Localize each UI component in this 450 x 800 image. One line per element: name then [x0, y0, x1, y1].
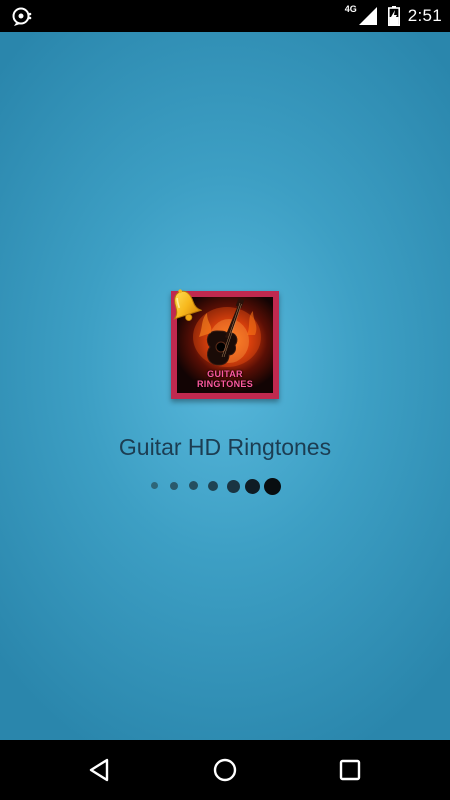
network-type-label: 4G [344, 4, 357, 14]
app-icon-text-line2: RINGTONES [196, 379, 254, 389]
battery-charging-icon [387, 6, 400, 26]
loader-dot [189, 481, 198, 490]
app-notification-icon [12, 7, 32, 26]
status-icons: 4G 2:51 [345, 0, 442, 32]
loader-dot [208, 481, 218, 491]
app-icon-text-line1: GUITAR [207, 369, 243, 379]
bell-icon [173, 289, 202, 322]
app-title: Guitar HD Ringtones [118, 434, 332, 460]
loader-dot [170, 482, 178, 490]
recents-icon[interactable] [336, 756, 364, 784]
loading-indicator [0, 477, 450, 497]
loader-dot [227, 480, 240, 493]
status-clock: 2:51 [407, 6, 442, 25]
signal-icon [358, 7, 377, 25]
loader-dot [151, 482, 158, 489]
loader-dot [245, 479, 260, 494]
status-bar: 4G 2:51 [0, 0, 450, 32]
splash-screen: GUITAR RINGTONES Guitar HD Ringtones [0, 32, 450, 740]
screen: 4G 2:51 GUITAR RINGTONES Guitar HD Ringt… [0, 0, 450, 800]
loader-dot [264, 478, 281, 495]
back-icon[interactable] [86, 756, 114, 784]
home-icon[interactable] [211, 756, 239, 784]
navigation-bar [0, 740, 450, 800]
